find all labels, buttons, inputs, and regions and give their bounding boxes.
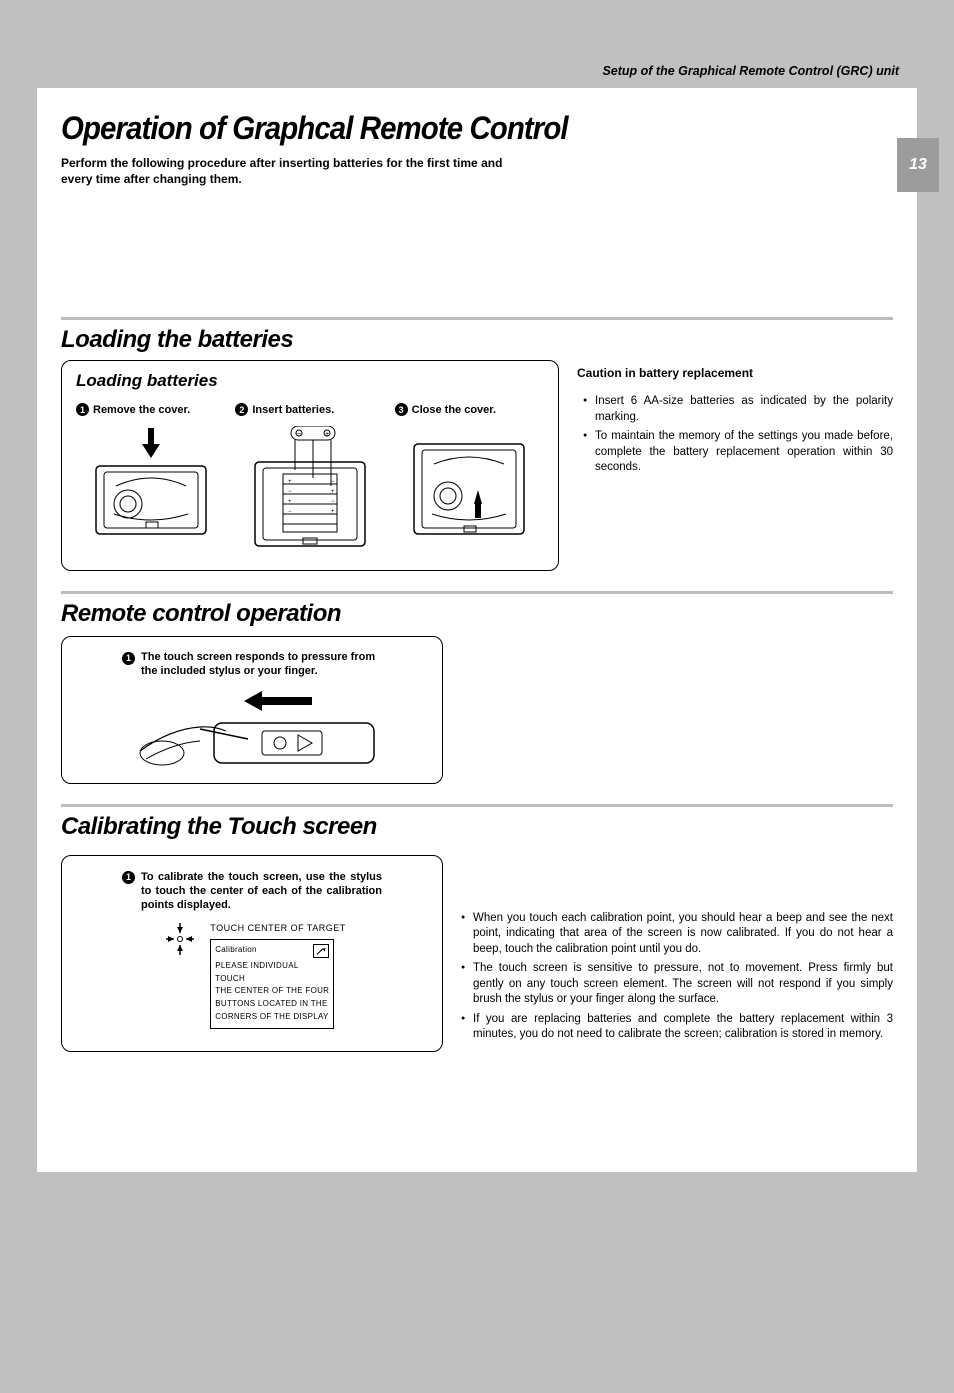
step-2: 2 Insert batteries. − + xyxy=(235,403,384,556)
two-column-layout: Loading batteries 1 Remove the cover. xyxy=(61,360,893,571)
close-cover-illustration xyxy=(404,426,534,544)
page-number: 13 xyxy=(909,156,927,174)
svg-text:+: + xyxy=(288,479,292,485)
section-rule xyxy=(61,591,893,594)
svg-text:+: + xyxy=(325,431,329,438)
loading-batteries-panel: Loading batteries 1 Remove the cover. xyxy=(61,360,559,571)
calibration-notes: When you touch each calibration point, y… xyxy=(461,911,893,1043)
list-item: When you touch each calibration point, y… xyxy=(461,911,893,958)
section-remote-operation: Remote control operation 1 The touch scr… xyxy=(61,591,893,784)
column-left: Loading batteries 1 Remove the cover. xyxy=(61,360,559,571)
svg-text:−: − xyxy=(331,479,335,485)
section-loading-batteries: Loading the batteries Loading batteries … xyxy=(61,317,893,571)
section-heading: Calibrating the Touch screen xyxy=(61,813,893,841)
screen-line: BUTTONS LOCATED IN THE xyxy=(215,998,329,1011)
insert-batteries-illustration: − + xyxy=(245,426,375,556)
step-number-icon: 3 xyxy=(395,403,408,416)
svg-text:+: + xyxy=(288,499,292,505)
step-number-icon: 1 xyxy=(122,871,135,884)
panel-caption: The touch screen responds to pressure fr… xyxy=(141,651,382,679)
header-bar: Setup of the Graphical Remote Control (G… xyxy=(37,54,917,88)
target-label: TOUCH CENTER OF TARGET xyxy=(210,923,346,933)
screen-line: Calibration xyxy=(215,944,257,957)
step-3: 3 Close the cover. xyxy=(395,403,544,556)
svg-text:−: − xyxy=(288,489,292,495)
screen-line: PLEASE INDIVIDUAL TOUCH xyxy=(215,960,329,986)
section-heading: Remote control operation xyxy=(61,600,893,628)
pencil-icon xyxy=(313,944,329,958)
section-calibrating: Calibrating the Touch screen 1 To calibr… xyxy=(61,804,893,1052)
column-right: Caution in battery replacement Insert 6 … xyxy=(577,360,893,571)
sub-heading: Loading batteries xyxy=(76,371,544,391)
section-heading: Loading the batteries xyxy=(61,326,893,354)
header-tagline: Setup of the Graphical Remote Control (G… xyxy=(602,64,899,78)
step-number-icon: 1 xyxy=(76,403,89,416)
svg-text:+: + xyxy=(331,509,335,515)
list-item: The touch screen is sensitive to pressur… xyxy=(461,961,893,1008)
caution-heading: Caution in battery replacement xyxy=(577,366,893,380)
column-right: When you touch each calibration point, y… xyxy=(461,847,893,1052)
page-title: Operation of Graphcal Remote Control xyxy=(61,110,849,147)
touch-screen-illustration xyxy=(122,689,382,769)
page-number-tab: 13 xyxy=(897,138,939,192)
calibration-panel: 1 To calibrate the touch screen, use the… xyxy=(61,855,443,1052)
remove-cover-illustration xyxy=(86,426,216,544)
list-item: To maintain the memory of the settings y… xyxy=(583,429,893,476)
step-1: 1 Remove the cover. xyxy=(76,403,225,556)
calibration-screen: Calibration PLEASE INDIVIDUAL TOUCH THE … xyxy=(210,939,334,1029)
calibration-screen-group: TOUCH CENTER OF TARGET Calibration PLEAS… xyxy=(158,923,346,1029)
remote-operation-panel: 1 The touch screen responds to pressure … xyxy=(61,636,443,784)
step-label: Insert batteries. xyxy=(252,404,334,416)
svg-text:−: − xyxy=(297,431,301,438)
page: Setup of the Graphical Remote Control (G… xyxy=(37,42,917,1172)
step-number-icon: 1 xyxy=(122,652,135,665)
screen-line: CORNERS OF THE DISPLAY xyxy=(215,1011,329,1024)
caution-list: Insert 6 AA-size batteries as indicated … xyxy=(583,394,893,476)
top-bar xyxy=(37,42,917,54)
svg-text:+: + xyxy=(331,489,335,495)
step-label: Remove the cover. xyxy=(93,404,190,416)
two-column-layout: 1 To calibrate the touch screen, use the… xyxy=(61,847,893,1052)
list-item: Insert 6 AA-size batteries as indicated … xyxy=(583,394,893,425)
steps-row: 1 Remove the cover. xyxy=(76,403,544,556)
step-label: Close the cover. xyxy=(412,404,496,416)
section-rule xyxy=(61,317,893,320)
panel-caption: To calibrate the touch screen, use the s… xyxy=(141,870,382,913)
svg-text:−: − xyxy=(288,509,292,515)
section-rule xyxy=(61,804,893,807)
target-icon xyxy=(158,923,202,957)
screen-line: THE CENTER OF THE FOUR xyxy=(215,985,329,998)
svg-text:−: − xyxy=(331,499,335,505)
column-left: 1 To calibrate the touch screen, use the… xyxy=(61,847,443,1052)
step-number-icon: 2 xyxy=(235,403,248,416)
intro-text: Perform the following procedure after in… xyxy=(61,155,531,187)
list-item: If you are replacing batteries and compl… xyxy=(461,1012,893,1043)
